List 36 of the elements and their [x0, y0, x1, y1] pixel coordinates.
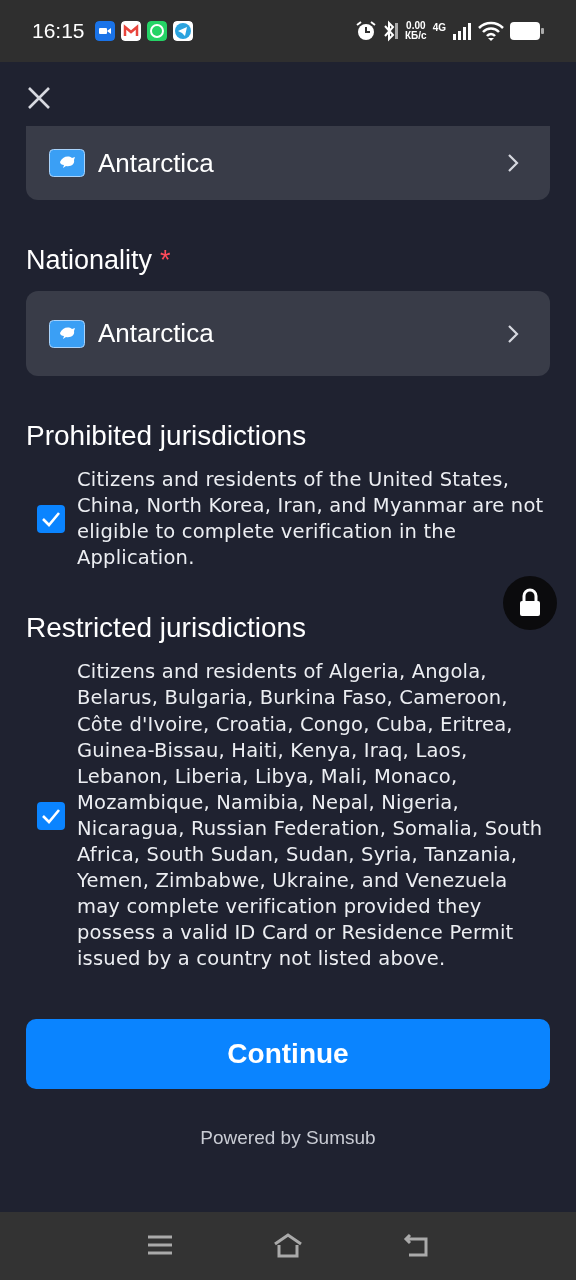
flag-icon — [49, 319, 85, 348]
clock-time: 16:15 — [32, 19, 85, 43]
country-select[interactable]: Antarctica — [26, 126, 550, 200]
checkbox[interactable] — [37, 801, 65, 830]
network-speed: 0.00 — [406, 21, 426, 31]
consent-text: Citizens and residents of Algeria, Angola, Belarus, Bulgaria, Burkina Faso, Cameroon, Côte d'Ivoire, Croatia, Congo, Cuba, Eritrea, Guinea-Bissau, Haiti, Kenya, Iraq, Laos, Lebanon, Liberia, Libya, Mali, Monaco, Mozambique, Namibia, Nepal, Nigeria, Nicaragua, Russian Federation, Somalia, South Africa, South Sudan, Sudan, Syria, Tanzania, Yemen, Zimbabwe, Ukraine, and Venezuela may complete verification provided they possess a valid ID Card or Residence Permit issued by a country not listed above. — [77, 659, 544, 973]
country-select[interactable]: Antarctica — [26, 291, 550, 376]
consent-text: Citizens and residents of the United States, China, North Korea, Iran, and Myanmar are not eligible to complete verification in the Application. — [77, 467, 545, 572]
bluetooth-icon — [383, 20, 399, 42]
section-heading: Prohibited jurisdictions — [26, 419, 307, 453]
checkmark-icon — [41, 807, 61, 824]
speed-unit: КБ/с — [405, 31, 427, 41]
network-type: 4G — [432, 22, 446, 33]
flag-icon — [49, 149, 85, 177]
lock-button[interactable] — [503, 576, 557, 630]
required-mark: * — [160, 244, 171, 277]
wifi-icon — [478, 21, 504, 41]
lock-icon — [518, 588, 542, 618]
chevron-right-icon — [506, 322, 520, 345]
continue-button[interactable]: Continue — [26, 1018, 550, 1089]
mail-app-icon — [120, 21, 141, 41]
powered-by-text: Powered by Sumsub — [199, 1125, 377, 1150]
checkmark-icon — [41, 511, 61, 528]
video-app-icon — [94, 21, 115, 41]
field-label: Nationality — [26, 244, 153, 277]
section-heading: Restricted jurisdictions — [26, 611, 307, 646]
alarm-icon — [355, 20, 377, 42]
battery-icon — [510, 21, 544, 41]
signal-icon — [452, 21, 472, 41]
close-button[interactable] — [26, 85, 52, 111]
paper-plane-app-icon — [172, 21, 193, 41]
home-button[interactable] — [273, 1231, 303, 1261]
checkbox[interactable] — [37, 505, 65, 534]
back-button[interactable] — [403, 1232, 429, 1260]
chevron-right-icon — [506, 152, 520, 174]
chat-app-icon — [146, 21, 167, 41]
